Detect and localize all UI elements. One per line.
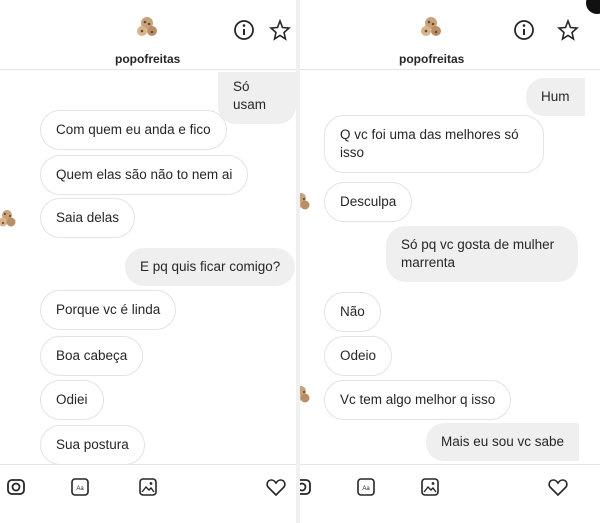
conversation-panel-left: popofreitas Só usam Com quem eu anda e f… (0, 0, 296, 523)
info-icon[interactable] (512, 18, 536, 42)
message-received: Q vc foi uma das melhores só isso (324, 115, 544, 173)
camera-icon[interactable] (300, 475, 314, 499)
gallery-icon[interactable] (418, 475, 442, 499)
message-sent: Só usam (218, 72, 296, 124)
corner-badge (586, 0, 600, 14)
sticker-icon[interactable]: Aa (354, 475, 378, 499)
sticker-icon[interactable]: Aa (68, 475, 92, 499)
gallery-icon[interactable] (136, 475, 160, 499)
message-received: Odeio (324, 336, 393, 376)
svg-text:Aa: Aa (362, 486, 370, 492)
message-received: Desculpa (324, 182, 413, 222)
composer-bar: Aa (0, 464, 296, 523)
message-sent: Mais eu sou vc sabe (426, 423, 580, 461)
message-received: Quem elas são não to nem ai (40, 155, 249, 195)
message-received: Vc tem algo melhor q isso (324, 380, 512, 420)
sender-avatar (300, 193, 310, 210)
svg-text:Aa: Aa (76, 486, 84, 492)
message-sent: Hum (526, 78, 585, 116)
star-icon[interactable] (268, 18, 292, 42)
camera-icon[interactable] (4, 475, 28, 499)
sender-avatar (0, 210, 16, 227)
heart-icon[interactable] (264, 475, 288, 499)
chat-header: popofreitas (0, 0, 296, 70)
message-sent: E pq quis ficar comigo? (125, 248, 296, 286)
message-received: Sua postura (40, 425, 145, 465)
star-icon[interactable] (556, 18, 580, 42)
sender-avatar (300, 386, 310, 403)
profile-avatar[interactable] (418, 14, 444, 40)
profile-avatar[interactable] (134, 14, 160, 40)
message-received: Porque vc é linda (40, 290, 177, 330)
message-received: Odiei (40, 380, 104, 420)
composer-bar: Aa (300, 464, 600, 523)
message-received: Boa cabeça (40, 336, 144, 376)
message-received: Saia delas (40, 198, 136, 238)
message-received: Com quem eu anda e fico (40, 110, 227, 150)
username[interactable]: popofreitas (115, 52, 180, 66)
info-icon[interactable] (232, 18, 256, 42)
conversation-panel-right: popofreitas Hum Q vc foi uma das melhore… (300, 0, 600, 523)
message-received: Não (324, 292, 381, 332)
heart-icon[interactable] (546, 475, 570, 499)
chat-header: popofreitas (300, 0, 600, 70)
username[interactable]: popofreitas (399, 52, 464, 66)
message-sent: Só pq vc gosta de mulher marrenta (386, 226, 578, 282)
